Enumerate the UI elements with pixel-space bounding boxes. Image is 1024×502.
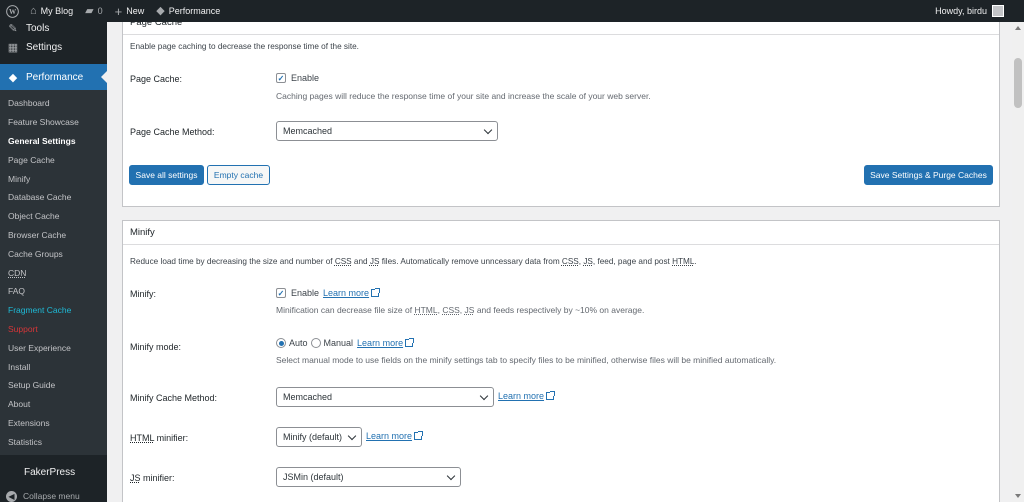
admin-bar: W ⌂ My Blog ▰ 0 + New ◆ Performance Howd… [0, 0, 1024, 22]
html-minifier-select[interactable]: Minify (default) [276, 427, 362, 447]
performance-icon: ◆ [8, 71, 18, 84]
svg-text:W: W [8, 8, 16, 16]
page-scrollbar[interactable] [1012, 22, 1024, 502]
page-cache-box-title: Page Cache [123, 22, 999, 35]
page-cache-label: Page Cache: [130, 74, 183, 84]
submenu-about[interactable]: About [0, 395, 107, 414]
empty-cache-button[interactable]: Empty cache [207, 165, 270, 185]
minify-label: Minify: [130, 289, 157, 299]
submenu-minify[interactable]: Minify [0, 169, 107, 188]
wrench-icon: ✎ [8, 22, 18, 35]
wordpress-logo-icon[interactable]: W [0, 0, 24, 22]
scrollbar-thumb[interactable] [1014, 58, 1022, 108]
new-content-link[interactable]: + New [109, 0, 151, 22]
chevron-down-icon [483, 125, 493, 134]
minify-enable-field: ✓ Enable Learn more [276, 288, 381, 298]
my-account-link[interactable]: Howdy, birdu [929, 0, 1010, 22]
minify-box: Minify Reduce load time by decreasing th… [122, 220, 1000, 502]
save-settings-purge-caches-button[interactable]: Save Settings & Purge Caches [864, 165, 993, 185]
minify-learn-more-link[interactable]: Learn more [323, 288, 369, 298]
submenu-page-cache[interactable]: Page Cache [0, 150, 107, 169]
minify-note: Minification can decrease file size of H… [276, 305, 645, 315]
minify-description: Reduce load time by decreasing the size … [130, 257, 697, 266]
performance-icon: ◆ [156, 4, 165, 17]
submenu-browser-cache[interactable]: Browser Cache [0, 226, 107, 245]
comment-bubble-icon: ▰ [85, 4, 94, 17]
minify-mode-learn-more-link[interactable]: Learn more [357, 338, 403, 348]
submenu-general-settings[interactable]: General Settings [0, 132, 107, 151]
submenu-cache-groups[interactable]: Cache Groups [0, 244, 107, 263]
submenu-support[interactable]: Support [0, 320, 107, 339]
minify-cache-method-label: Minify Cache Method: [130, 393, 218, 403]
js-minifier-label: JS minifier: [130, 473, 175, 483]
settings-sliders-icon: ▦ [7, 41, 19, 54]
external-link-icon [371, 288, 381, 297]
chevron-down-icon [347, 431, 357, 440]
chevron-down-icon [446, 471, 456, 480]
admin-sidebar: ✎ Tools ▦ Settings ◆ Performance Dashboa… [0, 22, 107, 502]
performance-submenu: Dashboard Feature Showcase General Setti… [0, 90, 107, 456]
page-cache-note: Caching pages will reduce the response t… [276, 91, 651, 101]
submenu-install[interactable]: Install [0, 357, 107, 376]
submenu-user-experience[interactable]: User Experience [0, 338, 107, 357]
minify-mode-label: Minify mode: [130, 342, 182, 352]
submenu-cdn[interactable]: CDN [0, 263, 107, 282]
external-link-icon [546, 391, 556, 400]
html-minifier-label: HTML minifier: [130, 433, 189, 443]
submenu-extensions[interactable]: Extensions [0, 414, 107, 433]
submenu-fragment-cache[interactable]: Fragment Cache [0, 301, 107, 320]
external-link-icon [414, 431, 424, 440]
minify-cache-method-select[interactable]: Memcached [276, 387, 494, 407]
submenu-statistics[interactable]: Statistics [0, 432, 107, 451]
collapse-menu-button[interactable]: ◀ Collapse menu [0, 485, 107, 502]
minify-cache-method-learn-more: Learn more [494, 391, 556, 401]
performance-link[interactable]: ◆ Performance [150, 0, 226, 22]
page-cache-enable-checkbox[interactable]: ✓ [276, 73, 286, 83]
comments-link[interactable]: ▰ 0 [79, 0, 108, 22]
sidebar-item-performance[interactable]: ◆ Performance [0, 64, 107, 90]
minify-enable-checkbox[interactable]: ✓ [276, 288, 286, 298]
save-all-settings-button[interactable]: Save all settings [129, 165, 204, 185]
scroll-down-arrow-icon[interactable] [1015, 494, 1021, 498]
minify-cache-method-learn-more-link[interactable]: Learn more [498, 391, 544, 401]
page-cache-box: Page Cache Enable page caching to decrea… [122, 22, 1000, 207]
minify-mode-auto-radio[interactable] [276, 338, 286, 348]
submenu-faq[interactable]: FAQ [0, 282, 107, 301]
page-cache-description: Enable page caching to decrease the resp… [130, 42, 359, 51]
submenu-object-cache[interactable]: Object Cache [0, 207, 107, 226]
submenu-dashboard[interactable]: Dashboard [0, 94, 107, 113]
site-name-link[interactable]: ⌂ My Blog [24, 0, 79, 22]
sidebar-item-tools[interactable]: ✎ Tools [0, 22, 107, 35]
js-minifier-select[interactable]: JSMin (default) [276, 467, 461, 487]
submenu-setup-guide[interactable]: Setup Guide [0, 376, 107, 395]
page-cache-method-select[interactable]: Memcached [276, 121, 498, 141]
chevron-down-icon [479, 391, 489, 400]
home-icon: ⌂ [30, 4, 37, 17]
collapse-arrow-icon: ◀ [6, 490, 17, 502]
page-cache-method-label: Page Cache Method: [130, 127, 215, 137]
external-link-icon [405, 338, 415, 347]
scroll-up-arrow-icon[interactable] [1015, 26, 1021, 30]
sidebar-item-settings[interactable]: ▦ Settings [0, 34, 107, 60]
avatar [992, 5, 1004, 17]
minify-mode-manual-radio[interactable] [310, 338, 321, 348]
html-minifier-learn-more: Learn more [362, 431, 424, 441]
minify-mode-field: Auto Manual Learn more [276, 338, 415, 348]
main-content: Page Cache Enable page caching to decrea… [107, 22, 1012, 502]
submenu-feature-showcase[interactable]: Feature Showcase [0, 113, 107, 132]
minify-box-title: Minify [123, 221, 999, 245]
sidebar-item-fakerpress[interactable]: FakerPress [0, 459, 107, 485]
page-cache-enable-field: ✓ Enable [276, 73, 320, 83]
submenu-database-cache[interactable]: Database Cache [0, 188, 107, 207]
html-minifier-learn-more-link[interactable]: Learn more [366, 431, 412, 441]
minify-mode-note: Select manual mode to use fields on the … [276, 355, 777, 365]
plus-icon: + [114, 3, 123, 19]
